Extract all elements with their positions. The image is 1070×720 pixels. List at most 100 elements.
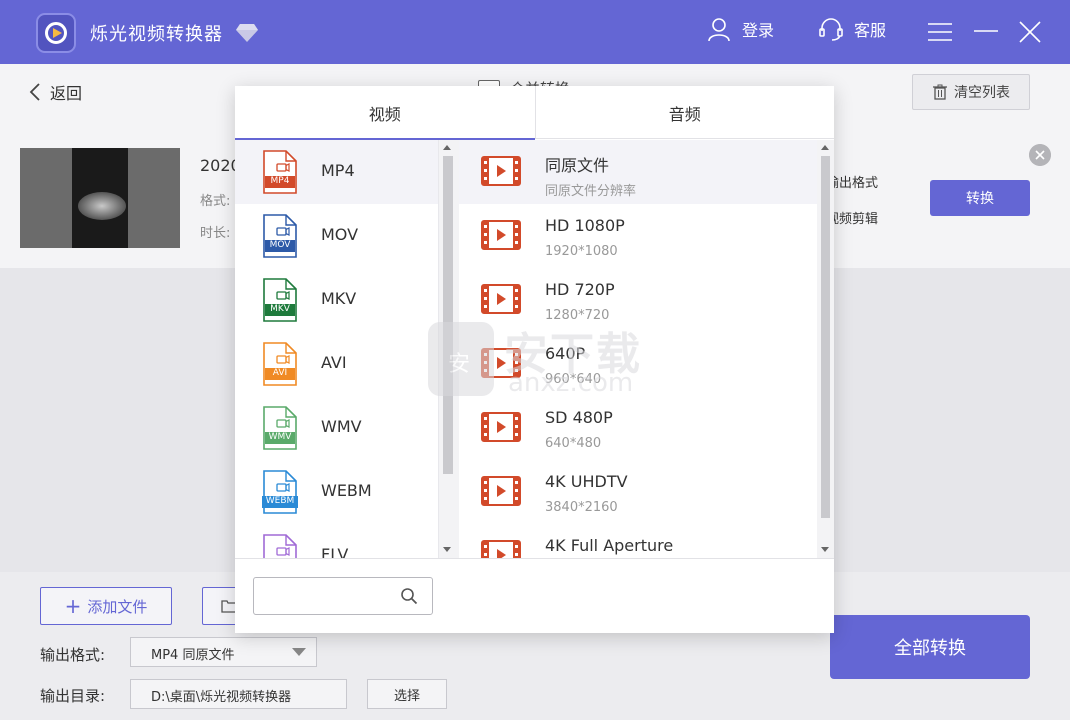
format-item-avi[interactable]: AVI AVI [235,332,438,396]
format-tag: MP4 [270,176,290,186]
resolution-list-scrollbar[interactable] [817,140,834,558]
video-thumbnail[interactable] [20,148,180,248]
scroll-down-icon[interactable] [821,547,829,552]
file-format-icon [263,534,297,558]
app-logo-icon [36,13,76,53]
resolution-item[interactable]: 4K UHDTV 3840*2160 [459,460,817,524]
resolution-title: SD 480P [545,408,613,427]
scroll-up-icon[interactable] [821,145,829,150]
user-icon [708,18,730,42]
trash-icon [933,84,947,100]
plus-icon: + [64,594,82,618]
format-tag: MKV [270,304,290,314]
tab-video[interactable]: 视频 [235,86,535,140]
format-tag: WEBM [265,496,295,506]
format-name: MOV [321,225,359,244]
output-format-value: MP4 同原文件 [151,648,235,663]
resolution-item[interactable]: SD 480P 640*480 [459,396,817,460]
format-tabs: 视频 音频 [235,86,835,140]
scroll-up-icon[interactable] [443,145,451,150]
resolution-item[interactable]: 640P 960*640 [459,332,817,396]
format-list: MP4 MP4 MOV MOV MKV MKV AVI AVI WMV WMV WEBM WEBM FL… [235,140,439,558]
format-tag: AVI [272,368,288,378]
format-item-flv[interactable]: FLVFLV [235,524,438,558]
video-film-icon [481,540,521,558]
service-label: 客服 [854,21,887,40]
resolution-item[interactable]: 4K Full Aperture [459,524,817,558]
search-icon[interactable] [400,587,418,605]
resolution-title: 同原文件 [545,156,610,175]
file-format-icon [262,470,298,514]
resolution-size: 640*480 [545,436,602,451]
convert-all-button[interactable]: 全部转换 [830,615,1030,679]
format-item-mkv[interactable]: MKV MKV [235,268,438,332]
diamond-icon[interactable] [236,22,258,42]
resolution-title: 4K UHDTV [545,472,628,491]
add-file-label: 添加文件 [87,597,148,616]
video-film-icon [481,220,521,250]
output-format-select[interactable]: MP4 同原文件 [130,637,317,667]
scroll-down-icon[interactable] [443,547,451,552]
format-item-webm[interactable]: WEBM WEBM [235,460,438,524]
format-item-mov[interactable]: MOV MOV [235,204,438,268]
format-name: MKV [321,289,357,308]
scrollbar-thumb[interactable] [821,156,830,518]
scrollbar-thumb[interactable] [443,156,453,474]
resolution-size: 960*640 [545,372,602,387]
remove-file-icon[interactable] [1029,144,1051,166]
convert-button[interactable]: 转换 [930,180,1030,216]
format-popup: 视频 音频 MP4 MP4 MOV MOV MKV MKV AVI AVI WMV WMV WEBM… [235,86,834,633]
format-name: WMV [321,417,362,436]
customer-service-button[interactable]: 客服 [818,16,886,42]
minimize-icon[interactable] [972,18,1000,46]
file-format-icon [263,278,297,322]
output-format-label: 输出格式: [40,646,106,664]
video-film-icon [481,348,521,378]
format-search-input[interactable] [260,584,390,608]
video-film-icon [481,476,521,506]
resolution-title: 640P [545,344,586,363]
back-button[interactable]: 返回 [28,80,82,104]
format-name: FLV [321,545,349,558]
resolution-title: HD 720P [545,280,615,299]
resolution-item[interactable]: 同原文件 同原文件分辨率 [459,140,817,204]
caret-down-icon [292,648,306,656]
format-search-box[interactable] [253,577,433,615]
resolution-size: 3840*2160 [545,500,618,515]
format-name: AVI [321,353,347,372]
divider [235,558,834,559]
output-dir-field[interactable]: D:\桌面\烁光视频转换器 [130,679,347,709]
video-film-icon [481,156,521,186]
resolution-title: 4K Full Aperture [545,536,674,555]
app-title: 烁光视频转换器 [90,24,223,45]
file-format-icon [263,406,297,450]
choose-dir-button[interactable]: 选择 [367,679,447,709]
format-item-mp4[interactable]: MP4 MP4 [235,140,438,204]
clear-list-button[interactable]: 清空列表 [912,74,1030,110]
back-label: 返回 [50,84,83,103]
output-dir-label: 输出目录: [40,687,106,705]
add-file-button[interactable]: + 添加文件 [40,587,172,625]
close-icon[interactable] [1016,18,1044,46]
tab-audio[interactable]: 音频 [534,86,835,139]
resolution-size: 1920*1080 [545,244,618,259]
chevron-left-icon [29,83,40,101]
video-film-icon [481,412,521,442]
file-format-label: 格式: [200,194,231,209]
resolution-size: 1280*720 [545,308,610,323]
format-tag: MOV [269,240,291,250]
clear-list-label: 清空列表 [954,85,1010,101]
resolution-title: HD 1080P [545,216,625,235]
format-tag: WMV [268,432,292,442]
resolution-item[interactable]: HD 720P 1280*720 [459,268,817,332]
format-list-scrollbar[interactable] [439,140,459,558]
menu-icon[interactable] [926,18,954,46]
login-button[interactable]: 登录 [706,16,774,42]
format-item-wmv[interactable]: WMV WMV [235,396,438,460]
format-name: WEBM [321,481,372,500]
resolution-item[interactable]: HD 1080P 1920*1080 [459,204,817,268]
login-label: 登录 [742,21,775,40]
video-film-icon [481,284,521,314]
headset-icon [819,18,843,41]
file-format-icon [263,214,297,258]
